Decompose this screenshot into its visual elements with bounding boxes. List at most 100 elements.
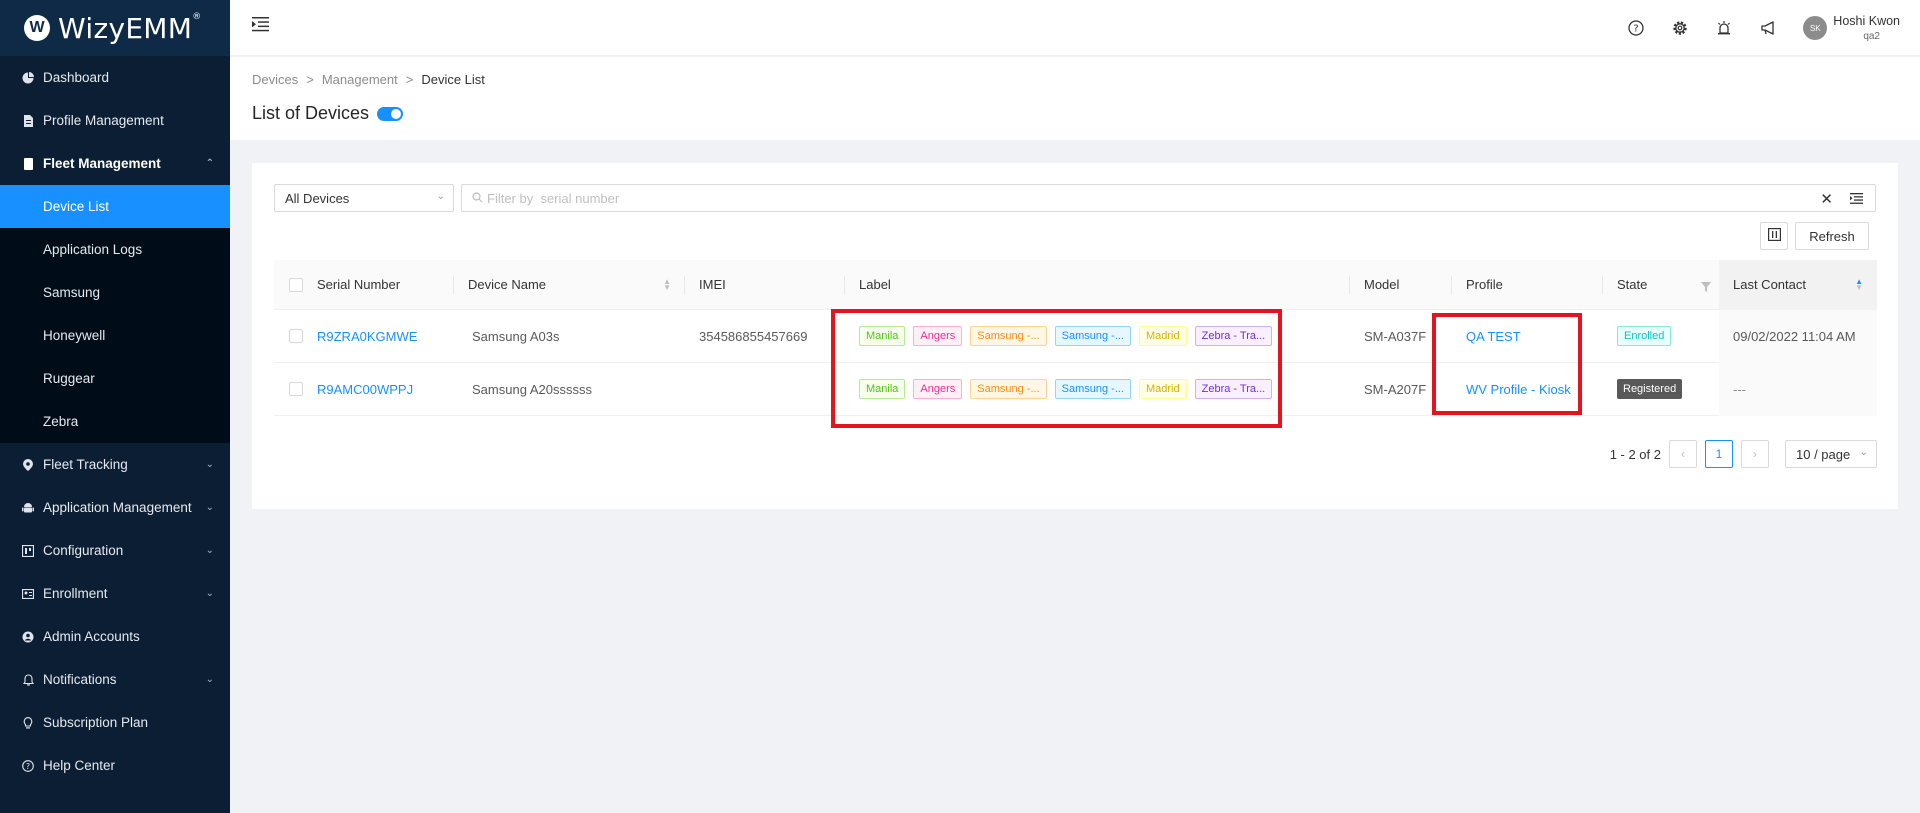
sidebar-item-dashboard[interactable]: Dashboard xyxy=(0,56,230,99)
sidebar-item-samsung[interactable]: Samsung xyxy=(0,271,230,314)
enrollment-icon xyxy=(22,588,34,600)
chevron-down-icon: ⌄ xyxy=(1859,447,1868,458)
row-checkbox[interactable] xyxy=(288,329,303,343)
view-toggle-switch[interactable] xyxy=(377,106,404,121)
label-tag[interactable]: Samsung -... xyxy=(970,326,1047,346)
sidebar-item-label: Application Logs xyxy=(43,242,143,257)
column-settings-button[interactable] xyxy=(1760,222,1788,250)
column-header-serial[interactable]: Serial Number xyxy=(317,260,454,310)
cell-device-name: Samsung A03s xyxy=(472,328,560,344)
label-tag[interactable]: Zebra - Tra... xyxy=(1194,379,1273,399)
label-tag[interactable]: Samsung -... xyxy=(1054,326,1131,346)
menu-fold-icon[interactable] xyxy=(252,16,272,36)
label-tag[interactable]: Madrid xyxy=(1138,379,1187,399)
avatar[interactable]: SK xyxy=(1803,16,1828,40)
column-header-label[interactable]: Label xyxy=(845,260,1350,310)
cell-device-name: Samsung A20ssssss xyxy=(472,381,592,397)
next-page-button[interactable]: › xyxy=(1741,440,1769,468)
breadcrumb: Devices > Management > Device List xyxy=(252,72,485,87)
topbar: ? SK Hoshi Kwon qa2 xyxy=(230,0,1920,56)
column-settings-icon xyxy=(1767,228,1781,244)
app-name: WizyEMM® xyxy=(58,12,202,45)
sidebar-item-admin-accounts[interactable]: Admin Accounts xyxy=(0,615,230,658)
sidebar-item-help-center[interactable]: ? Help Center xyxy=(0,744,230,787)
sidebar-item-enrollment[interactable]: Enrollment ⌄ xyxy=(0,572,230,615)
breadcrumb-management[interactable]: Management xyxy=(322,72,398,87)
close-icon[interactable]: ✕ xyxy=(1820,190,1833,208)
profile-link[interactable]: QA TEST xyxy=(1466,329,1521,344)
label-tag[interactable]: Samsung -... xyxy=(970,379,1047,399)
megaphone-icon[interactable] xyxy=(1759,19,1777,37)
sort-icon[interactable]: ▲ ▼ xyxy=(663,277,671,291)
sidebar-item-profile-management[interactable]: Profile Management xyxy=(0,99,230,142)
column-header-last-contact[interactable]: Last Contact ▲ ▼ xyxy=(1719,259,1877,310)
serial-link[interactable]: R9ZRA0KGMWE xyxy=(317,329,417,344)
label-tag[interactable]: Manila xyxy=(859,326,906,346)
android-icon xyxy=(22,502,34,514)
sidebar-item-ruggear[interactable]: Ruggear xyxy=(0,357,230,400)
sidebar-item-label: Profile Management xyxy=(43,113,164,128)
column-header-imei[interactable]: IMEI xyxy=(685,260,845,310)
sidebar-item-notifications[interactable]: Notifications ⌄ xyxy=(0,658,230,701)
label-tag[interactable]: Angers xyxy=(913,379,963,399)
sidebar-item-label: Device List xyxy=(43,199,110,214)
sidebar: W WizyEMM® Dashboard Profile Management … xyxy=(0,0,230,813)
cell-last-contact: --- xyxy=(1719,362,1877,416)
cell-model: SM-A207F xyxy=(1364,381,1427,397)
cell-state: Enrolled xyxy=(1603,310,1719,363)
chevron-down-icon: ⌄ xyxy=(205,674,214,685)
chevron-down-icon: ⌄ xyxy=(205,545,214,556)
app-name-text: WizyEMM xyxy=(58,11,193,45)
config-icon xyxy=(22,544,34,557)
label-tag[interactable]: Madrid xyxy=(1138,326,1187,346)
column-header-profile[interactable]: Profile xyxy=(1452,260,1603,310)
alarm-icon[interactable] xyxy=(1715,19,1733,37)
app-logo[interactable]: W WizyEMM® xyxy=(0,0,230,56)
filter-funnel-icon[interactable] xyxy=(1701,280,1711,295)
admin-icon xyxy=(22,631,34,643)
column-header-device-name[interactable]: Device Name ▲ ▼ xyxy=(454,260,685,310)
breadcrumb-device-list: Device List xyxy=(421,72,485,87)
sidebar-item-subscription-plan[interactable]: Subscription Plan xyxy=(0,701,230,744)
search-input[interactable] xyxy=(487,190,1787,206)
refresh-button[interactable]: Refresh xyxy=(1795,222,1869,250)
sidebar-item-honeywell[interactable]: Honeywell xyxy=(0,314,230,357)
sidebar-item-device-list[interactable]: Device List xyxy=(0,185,230,228)
bulb-icon xyxy=(22,716,34,729)
column-header-state[interactable]: State xyxy=(1603,260,1719,310)
page-header: Devices > Management > Device List List of D… xyxy=(230,57,1920,140)
select-all-checkbox[interactable] xyxy=(288,277,303,292)
help-icon[interactable]: ? xyxy=(1627,19,1645,37)
sidebar-item-fleet-management[interactable]: Fleet Management ⌃ xyxy=(0,142,230,185)
serial-link[interactable]: R9AMC00WPPJ xyxy=(317,382,413,397)
sidebar-item-fleet-tracking[interactable]: Fleet Tracking ⌄ xyxy=(0,443,230,486)
sidebar-item-application-management[interactable]: Application Management ⌄ xyxy=(0,486,230,529)
column-header-model[interactable]: Model xyxy=(1350,260,1452,310)
row-checkbox[interactable] xyxy=(288,382,303,396)
fleet-submenu: Device List Application Logs Samsung Hon… xyxy=(0,185,230,443)
sidebar-item-zebra[interactable]: Zebra xyxy=(0,400,230,443)
location-pin-icon xyxy=(22,458,34,471)
prev-page-button[interactable]: ‹ xyxy=(1669,440,1697,468)
table-row[interactable]: R9AMC00WPPJ Samsung A20ssssss Manila Ang… xyxy=(274,362,1877,416)
header-select-all xyxy=(274,260,317,310)
page-size-select[interactable]: 10 / page ⌄ xyxy=(1785,440,1877,468)
sidebar-item-configuration[interactable]: Configuration ⌄ xyxy=(0,529,230,572)
label-tag[interactable]: Manila xyxy=(859,379,906,399)
breadcrumb-devices[interactable]: Devices xyxy=(252,72,298,87)
row-select xyxy=(274,310,317,363)
filter-lines-icon[interactable] xyxy=(1850,192,1863,207)
profile-link[interactable]: WV Profile - Kiosk xyxy=(1466,382,1571,397)
label-tag[interactable]: Angers xyxy=(913,326,963,346)
user-name: Hoshi Kwon xyxy=(1833,14,1900,28)
gear-icon[interactable] xyxy=(1671,19,1689,37)
device-filter-select[interactable]: All Devices ⌄ xyxy=(274,184,454,212)
user-info[interactable]: Hoshi Kwon qa2 xyxy=(1833,14,1900,42)
table-row[interactable]: R9ZRA0KGMWE Samsung A03s 354586855457669… xyxy=(274,309,1877,363)
sidebar-item-label: Dashboard xyxy=(43,70,110,85)
sort-icon[interactable]: ▲ ▼ xyxy=(1855,277,1863,291)
sidebar-item-application-logs[interactable]: Application Logs xyxy=(0,228,230,271)
label-tag[interactable]: Samsung -... xyxy=(1054,379,1131,399)
label-tag[interactable]: Zebra - Tra... xyxy=(1194,326,1273,346)
page-number-button[interactable]: 1 xyxy=(1705,440,1733,468)
